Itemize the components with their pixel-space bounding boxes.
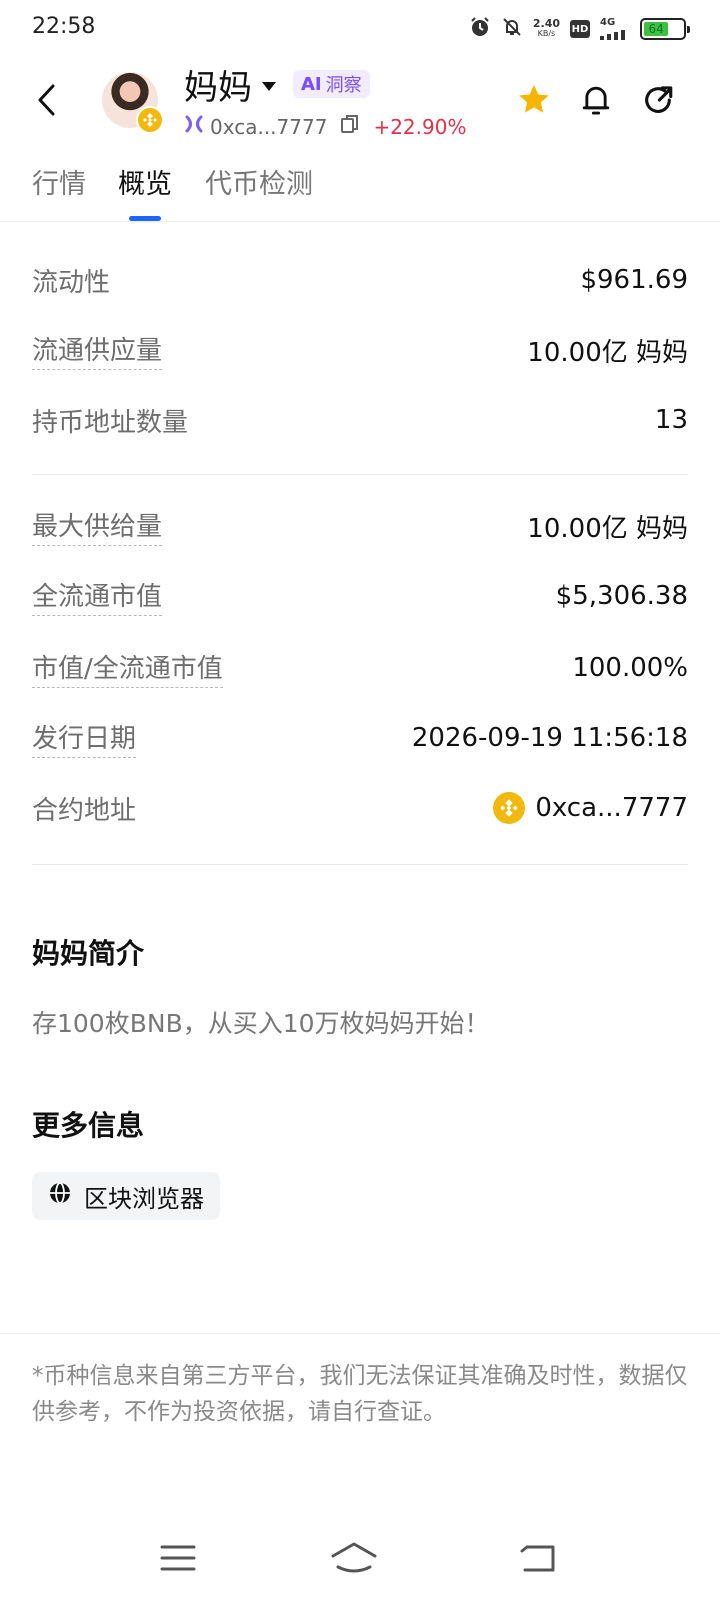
bell-icon [582, 86, 610, 115]
menu-icon [160, 1545, 196, 1571]
issue-date-label[interactable]: 发行日期 [32, 718, 137, 758]
back-button[interactable] [26, 78, 66, 122]
status-bar: 22:58 2.40 KB/s HD 4G 64 [0, 0, 720, 56]
holders-value: 13 [654, 405, 688, 435]
liquidity-row: 流动性 $961.69 [32, 260, 688, 300]
token-name-selector[interactable]: 妈妈 [184, 60, 276, 109]
fdv-value: $5,306.38 [555, 581, 688, 611]
battery-icon: 64 [640, 18, 690, 40]
bnb-chain-icon [136, 106, 164, 134]
signal-icon: 4G [600, 18, 630, 40]
contract-address-value: 0xca...7777 [535, 793, 688, 823]
more-info-title: 更多信息 [32, 1109, 145, 1142]
divider [0, 1333, 720, 1334]
share-button[interactable] [638, 80, 678, 120]
status-icons: 2.40 KB/s HD 4G 64 [469, 16, 690, 42]
fdv-row: 全流通市值 $5,306.38 [32, 576, 688, 616]
copy-icon[interactable] [341, 114, 359, 139]
max-supply-label[interactable]: 最大供给量 [32, 506, 163, 546]
circulating-supply-label[interactable]: 流通供应量 [32, 330, 163, 370]
back-arrow-icon [520, 1545, 555, 1572]
home-icon [331, 1542, 377, 1573]
divider [32, 864, 688, 865]
chevron-left-icon [38, 84, 55, 116]
circulating-supply-value: 10.00亿 妈妈 [527, 337, 688, 368]
system-nav-bar [0, 1520, 720, 1600]
favorite-button[interactable] [514, 80, 554, 120]
tab-bar: 行情 概览 代币检测 [0, 156, 720, 222]
back-nav-button[interactable] [508, 1536, 568, 1580]
bnb-coin-icon [493, 792, 526, 824]
holders-row: 持币地址数量 13 [32, 400, 688, 440]
tab-overview[interactable]: 概览 [118, 162, 172, 201]
tab-indicator [129, 216, 161, 221]
chain-logo-icon [184, 114, 204, 139]
address-row: 0xca...7777 +22.90% [184, 114, 466, 139]
mc-fdv-label[interactable]: 市值/全流通市值 [32, 648, 223, 688]
globe-icon [48, 1181, 72, 1211]
menu-button[interactable] [148, 1536, 208, 1580]
intro-title: 妈妈简介 [32, 937, 145, 970]
mc-fdv-value: 100.00% [572, 653, 688, 683]
alarm-icon [469, 16, 491, 42]
token-header: 妈妈 AI 洞察 0xca...7777 +22.90% [0, 56, 720, 152]
ai-icon: AI [301, 73, 322, 95]
issue-date-row: 发行日期 2026-09-19 11:56:18 [32, 718, 688, 758]
star-icon [519, 85, 549, 113]
home-button[interactable] [324, 1536, 384, 1580]
holders-label: 持币地址数量 [32, 407, 189, 438]
net-speed: 2.40 KB/s [532, 17, 560, 38]
contract-value[interactable]: 0xca...7777 [493, 792, 688, 824]
tab-token-check[interactable]: 代币检测 [205, 162, 313, 201]
contract-row: 合约地址 0xca...7777 [32, 788, 688, 828]
circulating-supply-row: 流通供应量 10.00亿 妈妈 [32, 330, 688, 370]
price-alert-button[interactable] [576, 80, 616, 120]
mc-fdv-row: 市值/全流通市值 100.00% [32, 648, 688, 688]
block-explorer-button[interactable]: 区块浏览器 [32, 1172, 220, 1220]
ai-insight-button[interactable]: AI 洞察 [293, 70, 370, 98]
battery-level: 64 [644, 22, 669, 36]
liquidity-value: $961.69 [580, 265, 688, 295]
contract-address: 0xca...7777 [210, 114, 328, 139]
disclaimer-text: *币种信息来自第三方平台，我们无法保证其准确及时性，数据仅供参考，不作为投资依据… [32, 1363, 688, 1425]
status-time: 22:58 [32, 14, 96, 39]
issue-date-value: 2026-09-19 11:56:18 [411, 723, 688, 753]
divider [32, 474, 688, 475]
share-icon [645, 86, 673, 113]
intro-text: 存100枚BNB，从买入10万枚妈妈开始！ [32, 1009, 490, 1038]
mute-bell-icon [501, 16, 523, 42]
price-change: +22.90% [373, 114, 467, 139]
tab-market[interactable]: 行情 [32, 162, 86, 201]
max-supply-value: 10.00亿 妈妈 [527, 513, 688, 544]
token-name: 妈妈 [184, 68, 252, 108]
liquidity-label: 流动性 [32, 267, 111, 298]
block-explorer-label: 区块浏览器 [84, 1184, 204, 1213]
token-avatar [102, 72, 164, 134]
fdv-label[interactable]: 全流通市值 [32, 576, 163, 616]
contract-label: 合约地址 [32, 795, 137, 826]
caret-down-icon [262, 82, 276, 91]
max-supply-row: 最大供给量 10.00亿 妈妈 [32, 506, 688, 546]
ai-insight-label: 洞察 [325, 75, 362, 96]
hd-icon: HD [570, 20, 590, 38]
